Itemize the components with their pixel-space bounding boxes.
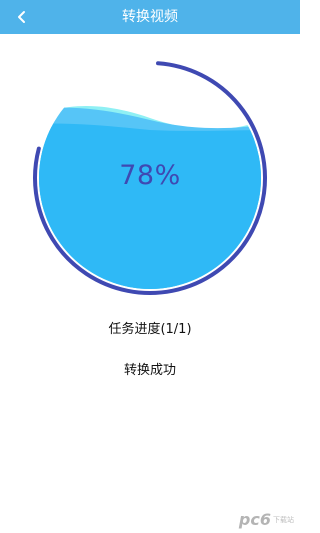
watermark-logo-text: pc6 [238,510,271,529]
progress-circle: 78% [30,60,270,300]
progress-percent: 78% [119,160,181,191]
watermark-logo: pc6 下载站 [239,510,294,529]
page-title: 转换视频 [122,9,178,25]
top-bar: 转换视频 [0,0,300,34]
task-progress-label: 任务进度(1/1) [108,322,192,337]
water-fill [39,123,261,289]
watermark-sub: 下载站 [273,515,294,524]
conversion-status: 转换成功 [123,363,176,378]
convert-video-screen: 转换视频 78% 任务进度(1/1) 转换成功 pc6 下载站 [0,0,300,533]
